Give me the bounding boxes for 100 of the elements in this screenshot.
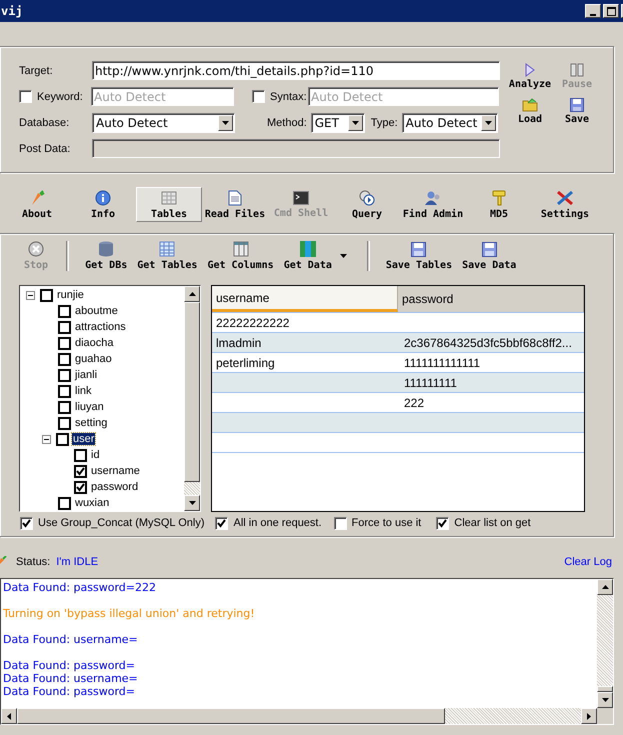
tree-item[interactable]: wuxian [74, 497, 110, 509]
floppy-icon [570, 98, 584, 112]
table-cell-text: 111111111 [402, 376, 458, 390]
tree-checkbox[interactable] [56, 432, 69, 446]
toolbar-button[interactable]: About [4, 187, 70, 222]
tree-item[interactable]: jianli [74, 369, 98, 381]
scrollbar[interactable] [1, 708, 613, 724]
action-button[interactable]: Analyze [505, 63, 555, 90]
scroll-thumb[interactable] [597, 686, 613, 692]
collapse-icon[interactable] [42, 434, 53, 444]
toolbar-button[interactable]: Find Admin [400, 187, 466, 222]
keyword-checkbox[interactable] [19, 90, 32, 103]
tree-item[interactable]: runjie [56, 289, 85, 301]
option-checkbox[interactable] [334, 516, 347, 530]
toolbar-button[interactable]: Read Files [202, 187, 268, 222]
database-label: Database: [19, 116, 70, 128]
option-label: Force to use it [352, 517, 422, 529]
data-grid-icon [300, 241, 316, 257]
option-checkbox[interactable] [20, 516, 33, 530]
down-arrow-icon[interactable] [602, 698, 608, 702]
table-row[interactable]: lmadmin 2c367864325d3fc5bbf68c8ff2... [212, 333, 584, 353]
toolbar-button[interactable]: Tables [136, 187, 202, 222]
toolbar-button[interactable]: Info [70, 187, 136, 222]
tree-checkbox[interactable] [58, 352, 71, 366]
tree-checkbox[interactable] [74, 464, 87, 478]
tree-item[interactable]: attractions [74, 321, 127, 333]
tree-checkbox[interactable] [74, 448, 87, 462]
syntax-field[interactable]: Auto Detect [308, 87, 499, 106]
toolbar-button[interactable]: Get Tables [133, 241, 202, 271]
tree-item[interactable]: diaocha [74, 337, 115, 349]
floppy-icon [411, 242, 426, 256]
scroll-thumb[interactable] [17, 708, 445, 724]
tree-checkbox[interactable] [58, 384, 71, 398]
toolbar-button[interactable]: Query [334, 187, 400, 222]
column-header[interactable]: password [398, 286, 584, 312]
tree-item[interactable]: aboutme [74, 305, 119, 317]
tree-item[interactable]: guahao [74, 353, 113, 365]
option-checkbox[interactable] [436, 516, 450, 530]
action-button[interactable]: Save [557, 98, 597, 125]
tree-item[interactable]: user [72, 433, 96, 445]
scrollbar[interactable] [184, 286, 200, 511]
tree-item[interactable]: username [90, 465, 141, 477]
toolbar-button[interactable]: Save Data [458, 242, 520, 270]
floppy-icon [482, 242, 497, 256]
tree-checkbox[interactable] [58, 368, 71, 382]
tree-checkbox[interactable] [58, 496, 71, 510]
database-dropdown[interactable]: Auto Detect [92, 112, 235, 132]
toolbar-button[interactable]: Settings [532, 187, 598, 222]
stop-icon [28, 241, 44, 257]
toolbar-button[interactable]: Get DBs [81, 241, 132, 271]
table-cell-text: 222 [402, 396, 426, 410]
scroll-track[interactable] [184, 482, 200, 495]
tree-checkbox[interactable] [40, 288, 53, 302]
target-field[interactable]: http://www.ynrjnk.com/thi_details.php?id=110 [92, 61, 500, 80]
tree-item[interactable]: password [90, 481, 140, 493]
minimize-button[interactable] [585, 4, 601, 18]
maximize-button[interactable] [603, 4, 619, 18]
syntax-checkbox[interactable] [252, 90, 265, 103]
table-cell-text: 1111111111111 [402, 356, 482, 370]
right-arrow-icon[interactable] [587, 712, 591, 720]
collapse-icon[interactable] [26, 290, 37, 300]
action-button[interactable]: Load [505, 98, 555, 125]
table-row[interactable]: 111111111 [212, 373, 584, 393]
up-arrow-icon[interactable] [188, 292, 196, 296]
folder-icon [522, 98, 538, 112]
target-label: Target: [19, 64, 54, 76]
table-cell-text: lmadmin [215, 336, 262, 350]
type-dropdown[interactable]: Auto Detect [402, 112, 498, 132]
keyword-field[interactable]: Auto Detect [91, 87, 234, 106]
method-dropdown[interactable]: GET [310, 112, 365, 132]
caret-icon[interactable] [340, 254, 347, 258]
tree-checkbox[interactable] [58, 320, 71, 334]
tree-item[interactable]: link [74, 385, 93, 397]
log-line: Data Found: password=222 [3, 581, 157, 596]
tree-checkbox[interactable] [58, 416, 71, 430]
column-header[interactable]: username [212, 286, 398, 312]
tree-checkbox[interactable] [58, 336, 71, 350]
toolbar-button[interactable]: Get Columns [203, 241, 278, 271]
log-line: Data Found: password= [3, 685, 136, 698]
up-arrow-icon[interactable] [602, 585, 608, 589]
toolbar-button[interactable]: Get Data [280, 241, 336, 271]
tree-checkbox[interactable] [74, 480, 87, 494]
tree-item[interactable]: setting [74, 417, 108, 429]
caret-icon [484, 120, 492, 124]
keyword-label: Keyword: [37, 90, 84, 102]
left-arrow-icon[interactable] [7, 712, 11, 720]
info-icon [95, 190, 111, 206]
tree-checkbox[interactable] [58, 400, 71, 414]
option-checkbox[interactable] [215, 516, 228, 530]
tree-item[interactable]: liuyan [74, 401, 105, 413]
toolbar-button[interactable]: Save Tables [382, 242, 456, 270]
tree-item[interactable]: id [90, 449, 101, 461]
scroll-thumb[interactable] [184, 302, 200, 482]
table-cell-text: 2c367864325d3fc5bbf68c8ff2... [402, 336, 573, 350]
clear-log-link[interactable]: Clear Log [564, 556, 612, 568]
tree-checkbox[interactable] [58, 304, 71, 318]
down-arrow-icon[interactable] [188, 501, 196, 505]
size-grip [597, 708, 613, 724]
toolbar-button[interactable]: MD5 [466, 187, 532, 222]
scrollbar[interactable] [597, 579, 613, 708]
